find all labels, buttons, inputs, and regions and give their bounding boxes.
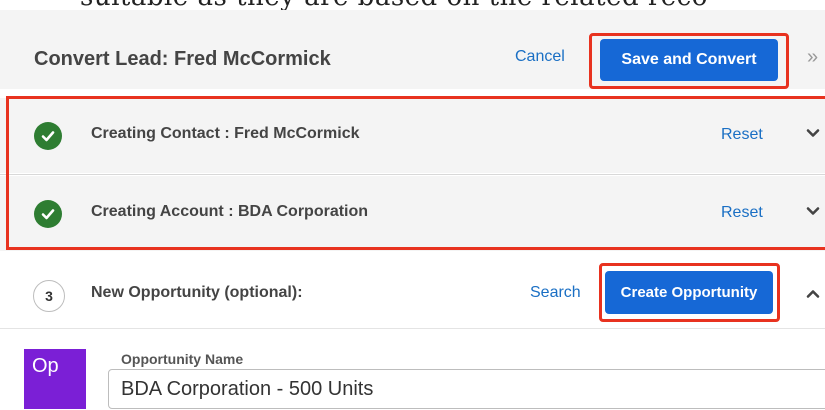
create-opportunity-button[interactable]: Create Opportunity [605, 271, 773, 314]
save-and-convert-button[interactable]: Save and Convert [600, 39, 778, 81]
page-title: Convert Lead: Fred McCormick [34, 48, 331, 70]
step-label: New Opportunity (optional): [91, 284, 303, 301]
step-number: 3 [33, 280, 65, 312]
search-link[interactable]: Search [530, 284, 581, 302]
cancel-link[interactable]: Cancel [515, 48, 565, 66]
chevron-up-icon[interactable] [805, 286, 821, 307]
convert-lead-header: Convert Lead: Fred McCormick Cancel Save… [0, 10, 825, 89]
opportunity-name-label: Opportunity Name [121, 351, 244, 367]
opportunity-module-badge: Op [24, 349, 86, 409]
opportunity-form: Op Opportunity Name [0, 329, 825, 410]
opportunity-name-field[interactable] [108, 369, 825, 409]
completed-steps-highlight [6, 96, 825, 250]
double-chevron-right-icon[interactable]: » [807, 46, 818, 69]
step-row-opportunity: 3 New Opportunity (optional): Search Cre… [0, 262, 825, 329]
